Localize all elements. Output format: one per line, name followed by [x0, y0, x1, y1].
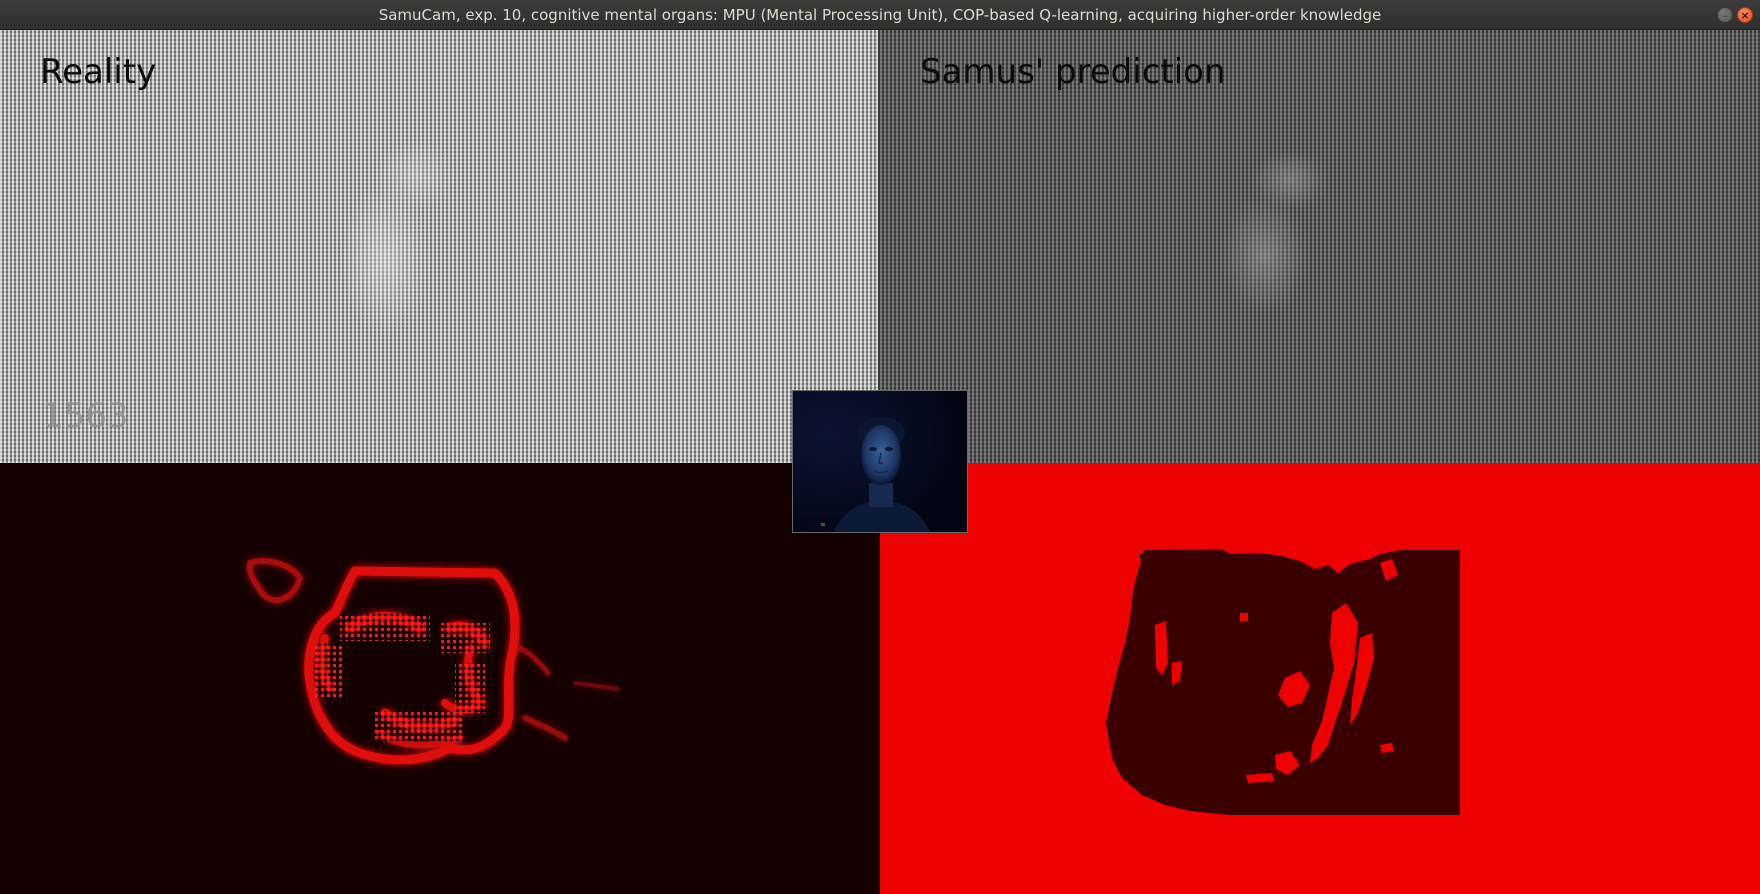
reality-pane: Reality 1563: [0, 30, 880, 463]
webcam-preview: [792, 390, 968, 533]
reality-label: Reality: [40, 52, 157, 92]
edge-map-pane: [0, 463, 880, 894]
samucam-window: SamuCam, exp. 10, cognitive mental organ…: [0, 0, 1760, 894]
frame-counter: 1563: [42, 396, 129, 436]
window-title: SamuCam, exp. 10, cognitive mental organ…: [378, 6, 1382, 24]
edge-map-image: [246, 558, 620, 765]
samucam-canvas: Reality 1563 Samus' prediction: [0, 30, 1760, 894]
prediction-pane: Samus' prediction: [880, 30, 1760, 463]
minimize-button[interactable]: –: [1717, 7, 1733, 23]
title-bar[interactable]: SamuCam, exp. 10, cognitive mental organ…: [0, 0, 1760, 30]
webcam-face-icon: [793, 391, 967, 532]
prediction-label: Samus' prediction: [920, 52, 1226, 92]
segmentation-pane: [880, 463, 1760, 894]
close-button[interactable]: ×: [1737, 7, 1753, 23]
segmentation-image: [1106, 549, 1460, 815]
